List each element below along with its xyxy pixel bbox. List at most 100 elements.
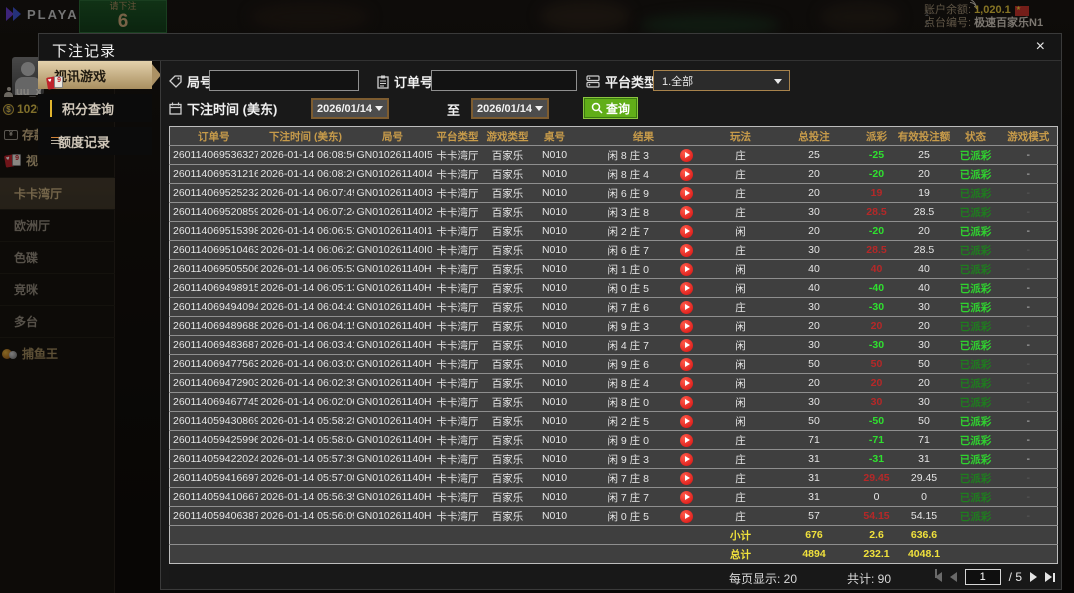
platform-layers-icon — [586, 75, 600, 88]
cell-status: 已派彩 — [951, 468, 1000, 488]
cell-game: 百家乐 — [483, 506, 532, 526]
subtotal-row-cell: 小计 — [709, 525, 772, 545]
replay-play-icon[interactable] — [679, 148, 693, 162]
replay-play-icon[interactable] — [679, 205, 693, 219]
cell-play: 庄 — [709, 506, 772, 526]
menu-item-2[interactable]: 额度记录 — [38, 127, 152, 155]
result-text: 闲 7 庄 8 — [607, 472, 649, 485]
close-icon[interactable]: × — [1036, 39, 1045, 55]
order-number-label: 订单号 — [394, 75, 434, 90]
subtotal-row: 小计 676 2.6 636.6 — [169, 525, 1058, 545]
cell-mode: - — [999, 221, 1058, 241]
column-header: 订单号 — [198, 130, 230, 143]
cell-result: 闲 2 庄 7 — [577, 221, 710, 241]
cell-payout: 0 — [856, 487, 897, 507]
platform-type-select[interactable]: 1.全部 — [653, 70, 790, 91]
order-number-input[interactable] — [431, 70, 577, 91]
page-number-input[interactable] — [964, 569, 1001, 585]
cell-payout: 40 — [856, 259, 897, 279]
cell-round: GN010261140HK — [353, 449, 432, 469]
search-button[interactable]: 查询 — [583, 97, 639, 119]
cell-valid: 30 — [896, 297, 952, 317]
replay-play-icon[interactable] — [679, 376, 693, 390]
cell-payout: 29.45 — [856, 468, 897, 488]
cell-game: 百家乐 — [483, 259, 532, 279]
replay-play-icon[interactable] — [679, 300, 693, 314]
replay-play-icon[interactable] — [679, 167, 693, 181]
first-page-button[interactable] — [934, 569, 942, 582]
menu-item-1[interactable]: 积分查询 — [38, 94, 152, 122]
cell-round: GN010261140HL — [353, 430, 432, 450]
result-text: 闲 6 庄 7 — [607, 244, 649, 257]
cell-status: 已派彩 — [951, 354, 1000, 374]
cell-bet: 25 — [771, 145, 857, 165]
result-text: 闲 4 庄 7 — [607, 339, 649, 352]
replay-play-icon[interactable] — [679, 395, 693, 409]
cell-game: 百家乐 — [483, 354, 532, 374]
cell-play: 庄 — [709, 202, 772, 222]
cell-time: 2026-01-14 06:04:15 — [257, 316, 354, 336]
replay-play-icon[interactable] — [679, 414, 693, 428]
replay-play-icon[interactable] — [679, 319, 693, 333]
cell-platform: 卡卡湾厅 — [431, 259, 484, 279]
cell-round: GN010261140HM — [353, 411, 432, 431]
prev-page-button[interactable] — [949, 572, 957, 582]
cell-bet: 40 — [771, 259, 857, 279]
cell-result: 闲 0 庄 5 — [577, 506, 710, 526]
replay-play-icon[interactable] — [679, 262, 693, 276]
cell-order: 260114069477563 — [169, 354, 258, 374]
replay-play-icon[interactable] — [679, 509, 693, 523]
replay-play-icon[interactable] — [679, 433, 693, 447]
round-number-input[interactable] — [209, 70, 359, 91]
replay-play-icon[interactable] — [679, 186, 693, 200]
replay-play-icon[interactable] — [679, 471, 693, 485]
cell-result: 闲 8 庄 4 — [577, 164, 710, 184]
cell-payout: 20 — [856, 373, 897, 393]
last-page-button[interactable] — [1045, 572, 1055, 582]
cell-order: 260114059422024 — [169, 449, 258, 469]
bet-time-label: 下注时间 (美东) — [187, 102, 278, 117]
cell-time: 2026-01-14 06:05:53 — [257, 259, 354, 279]
cell-bet: 30 — [771, 392, 857, 412]
cell-round: GN010261140I0 — [353, 240, 432, 260]
menu-item-0[interactable]: 视讯游戏 — [38, 61, 161, 90]
cell-payout: 19 — [856, 183, 897, 203]
cell-play: 庄 — [709, 164, 772, 184]
cell-bet: 31 — [771, 449, 857, 469]
gem-icon — [47, 99, 55, 117]
date-to-picker[interactable]: 2026/01/14 — [471, 98, 549, 119]
cell-order: 260114069515398 — [169, 221, 258, 241]
cell-time: 2026-01-14 05:58:28 — [257, 411, 354, 431]
date-from-picker[interactable]: 2026/01/14 — [311, 98, 389, 119]
replay-play-icon[interactable] — [679, 338, 693, 352]
cell-result: 闲 8 庄 3 — [577, 145, 710, 165]
cell-play: 闲 — [709, 335, 772, 355]
cell-valid: 40 — [896, 259, 952, 279]
cell-bet: 20 — [771, 164, 857, 184]
replay-play-icon[interactable] — [679, 224, 693, 238]
table-row: 260114069520859 2026-01-14 06:07:24 GN0102… — [169, 202, 1058, 222]
replay-play-icon[interactable] — [679, 452, 693, 466]
cell-round: GN010261140HZ — [353, 259, 432, 279]
cell-round: GN010261140HH — [353, 506, 432, 526]
table-row: 260114069525232 2026-01-14 06:07:49 GN0102… — [169, 183, 1058, 203]
cell-table: N010 — [531, 164, 578, 184]
modal-title: 下注记录 — [52, 43, 117, 60]
replay-play-icon[interactable] — [679, 281, 693, 295]
cell-order: 260114069536327 — [169, 145, 258, 165]
cell-status: 已派彩 — [951, 240, 1000, 260]
cell-valid: 28.5 — [896, 202, 952, 222]
next-page-button[interactable] — [1030, 572, 1037, 582]
replay-play-icon[interactable] — [679, 490, 693, 504]
replay-play-icon[interactable] — [679, 243, 693, 257]
cell-platform: 卡卡湾厅 — [431, 145, 484, 165]
replay-play-icon[interactable] — [679, 357, 693, 371]
cell-status: 已派彩 — [951, 411, 1000, 431]
cell-payout: 54.15 — [856, 506, 897, 526]
cell-mode: - — [999, 145, 1058, 165]
round-number-label-group: 局号 — [169, 72, 213, 91]
cell-round: GN010261140HI — [353, 487, 432, 507]
cell-platform: 卡卡湾厅 — [431, 297, 484, 317]
cell-order: 260114059430869 — [169, 411, 258, 431]
result-text: 闲 9 庄 6 — [607, 358, 649, 371]
